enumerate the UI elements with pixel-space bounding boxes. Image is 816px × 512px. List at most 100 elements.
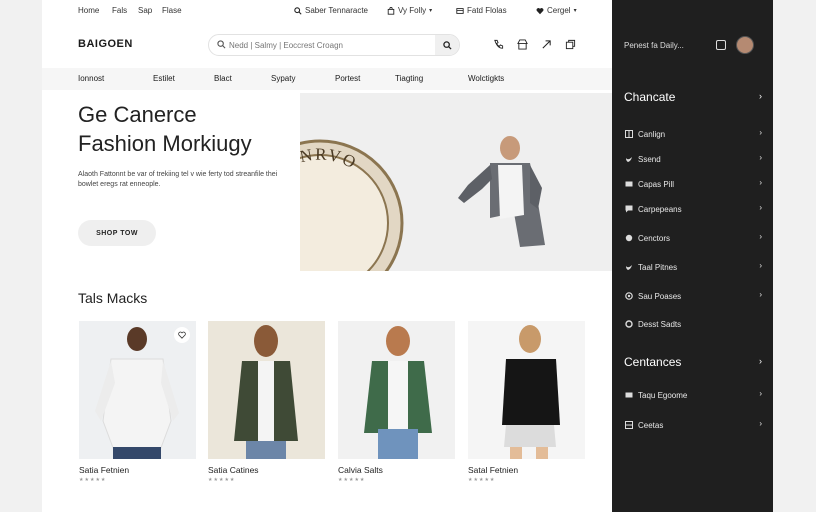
hero-title-line-1: Ge Canerce: [78, 102, 197, 127]
wishlist-button[interactable]: [174, 327, 190, 343]
topbar-deals-link[interactable]: Fatd Flolas: [456, 6, 507, 15]
sidebar-item-9[interactable]: Taqu Egoome ›: [624, 389, 762, 401]
sidebar-item-label: Cenctors: [638, 233, 671, 243]
notification-icon[interactable]: [716, 40, 726, 50]
product-name[interactable]: Satia Catines: [208, 465, 325, 475]
sidebar-item-label: Taqu Egoome: [638, 390, 688, 400]
category-link-4[interactable]: Sypaty: [271, 74, 295, 83]
copy-icon[interactable]: [564, 38, 576, 50]
topbar-account-menu[interactable]: Vy Folly ▾: [387, 6, 432, 15]
product-image[interactable]: [79, 321, 196, 459]
hero-title-line-2: Fashion Morkiugy: [78, 131, 252, 156]
site-logo[interactable]: BAIGOEN: [78, 38, 133, 50]
hero-image: LOTAINRVO: [300, 93, 612, 271]
card-icon: [624, 179, 634, 189]
product-rating: ★★★★★: [79, 477, 107, 483]
product-rating: ★★★★★: [208, 477, 236, 483]
product-name[interactable]: Calvia Salts: [338, 465, 455, 475]
topbar-link-3[interactable]: Sap: [138, 6, 152, 15]
topbar-search-label: Saber Tennaracte: [305, 6, 369, 15]
target-icon: [624, 291, 634, 301]
sidebar-item-label: Desst Sadts: [638, 319, 682, 329]
chevron-right-icon: ›: [759, 389, 762, 398]
sidebar-item-3[interactable]: Capas Pill ›: [624, 178, 762, 190]
sidebar-item-1[interactable]: Canlign ›: [624, 128, 762, 140]
chevron-right-icon: ›: [759, 232, 762, 241]
sidebar-item-label: Taal Pitnes: [638, 262, 678, 272]
category-link-5[interactable]: Portest: [335, 74, 360, 83]
card-icon: [624, 390, 634, 400]
avatar[interactable]: [736, 36, 754, 54]
store-icon[interactable]: [516, 38, 528, 50]
product-image[interactable]: [208, 321, 325, 459]
topbar-link-4[interactable]: Flase: [162, 6, 182, 15]
sidebar-section-2-title[interactable]: Centances ›: [624, 355, 762, 369]
topbar-search-link[interactable]: Saber Tennaracte: [294, 6, 368, 15]
product-name[interactable]: Satal Fetnien: [468, 465, 585, 475]
sidebar-item-label: Carpepeans: [638, 204, 682, 214]
topbar-account-label: Vy Folly: [398, 6, 427, 15]
sidebar-section-1-title[interactable]: Chancate ›: [624, 90, 762, 104]
circle-icon: [624, 233, 634, 243]
sidebar-top-text[interactable]: Penest fa Daily...: [624, 41, 684, 50]
sidebar-item-label: Sau Poases: [638, 291, 682, 301]
topbar-deals-label: Fatd Flolas: [467, 6, 507, 15]
category-link-2[interactable]: Estilet: [153, 74, 175, 83]
category-link-3[interactable]: Blact: [214, 74, 232, 83]
topbar-link-home[interactable]: Home: [78, 6, 99, 15]
sidebar-item-2[interactable]: Ssend ›: [624, 153, 762, 165]
sidebar-item-6[interactable]: Taal Pitnes ›: [624, 261, 762, 273]
product-card[interactable]: Satal Fetnien ★★★★★: [468, 321, 585, 483]
product-card[interactable]: Calvia Salts ★★★★★: [338, 321, 455, 483]
phone-icon[interactable]: [492, 38, 504, 50]
chevron-right-icon: ›: [759, 356, 762, 366]
share-icon[interactable]: [540, 38, 552, 50]
chevron-down-icon: ▾: [573, 8, 577, 14]
chevron-right-icon: ›: [759, 290, 762, 299]
search-button[interactable]: [435, 35, 459, 55]
product-card[interactable]: Satia Catines ★★★★★: [208, 321, 325, 483]
product-name[interactable]: Satia Fetnien: [79, 465, 196, 475]
search-icon: [442, 40, 452, 50]
grid-icon: [624, 129, 634, 139]
message-icon: [624, 204, 634, 214]
search-input[interactable]: [229, 38, 429, 53]
chevron-right-icon: ›: [759, 128, 762, 137]
search-icon: [217, 40, 226, 49]
product-image[interactable]: [338, 321, 455, 459]
hero-title: Ge Canerce Fashion Morkiugy: [78, 100, 298, 158]
sidebar-section-1-label: Chancate: [624, 90, 676, 104]
product-image[interactable]: [468, 321, 585, 459]
product-card[interactable]: Satia Fetnien ★★★★★: [79, 321, 196, 483]
category-nav: Ionnost Estilet Blact Sypaty Portest Tia…: [42, 68, 612, 90]
topbar-cart-menu[interactable]: Cergel ▾: [536, 6, 577, 15]
category-link-1[interactable]: Ionnost: [78, 74, 104, 83]
ring-icon: [624, 319, 634, 329]
product-photo: [234, 325, 298, 459]
sidebar-item-10[interactable]: Ceetas ›: [624, 419, 762, 431]
header-icons: [492, 38, 576, 50]
sidebar-item-label: Canlign: [638, 129, 666, 139]
chevron-right-icon: ›: [759, 91, 762, 101]
products-section-title: Tals Macks: [78, 290, 148, 306]
shop-now-button[interactable]: SHOP TOW: [78, 220, 156, 246]
sidebar-item-7[interactable]: Sau Poases ›: [624, 290, 762, 302]
chevron-right-icon: ›: [759, 153, 762, 162]
sidebar-item-4[interactable]: Carpepeans ›: [624, 203, 762, 215]
sidebar-item-label: Ssend: [638, 154, 661, 164]
hero-subtitle: Alaoth Fattonnt be var of trekiing tel v…: [78, 171, 278, 188]
category-link-6[interactable]: Tiagting: [395, 74, 423, 83]
top-utility-bar: Home Fals Sap Flase Saber Tennaracte Vy …: [42, 0, 612, 22]
hero-illustration: LOTAINRVO: [300, 93, 612, 271]
tag-icon: [456, 7, 464, 14]
search-icon: [294, 6, 302, 15]
sidebar-item-label: Capas Pill: [638, 179, 675, 189]
bag-icon: [387, 6, 395, 15]
topbar-link-2[interactable]: Fals: [112, 6, 127, 15]
grid-icon: [624, 420, 634, 430]
sidebar-item-5[interactable]: Cenctors ›: [624, 232, 762, 244]
sidebar-item-8[interactable]: Desst Sadts: [624, 318, 762, 330]
product-photo: [364, 326, 432, 459]
category-link-7[interactable]: Wolctigkts: [468, 74, 504, 83]
chevron-right-icon: ›: [759, 261, 762, 270]
